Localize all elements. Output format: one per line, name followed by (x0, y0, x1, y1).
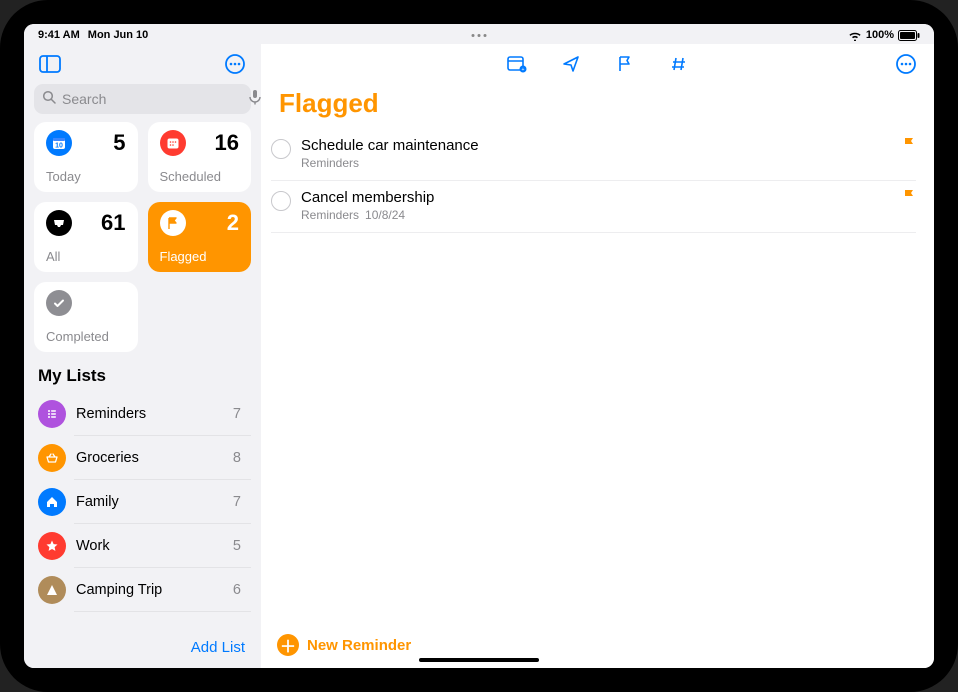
toolbar-flag-icon[interactable] (611, 50, 639, 78)
list-label: Reminders (76, 406, 223, 422)
reminder-title: Cancel membership (301, 189, 916, 206)
flag-icon (160, 210, 186, 236)
house-icon (38, 488, 66, 516)
svg-text:10: 10 (55, 143, 63, 150)
sidebar-more-button[interactable] (221, 50, 249, 78)
list-row-groceries[interactable]: Groceries 8 (34, 436, 251, 480)
list-label: Camping Trip (76, 582, 223, 598)
tent-icon (38, 576, 66, 604)
smart-flagged-count: 2 (227, 210, 239, 236)
smart-scheduled-label: Scheduled (160, 169, 221, 184)
list-count: 8 (233, 450, 245, 466)
check-icon (46, 290, 72, 316)
toggle-sidebar-button[interactable] (36, 50, 64, 78)
list-row-camping[interactable]: Camping Trip 6 (34, 568, 251, 612)
search-input[interactable] (62, 91, 243, 107)
list-row-reminders[interactable]: Reminders 7 (34, 392, 251, 436)
list-count: 6 (233, 582, 245, 598)
toolbar-location-icon[interactable] (557, 50, 585, 78)
list-bullet-icon (38, 400, 66, 428)
wifi-icon (848, 30, 862, 41)
list-label: Work (76, 538, 223, 554)
my-lists-header: My Lists (24, 352, 261, 392)
add-list-button[interactable]: Add List (191, 639, 245, 656)
smart-today-count: 5 (113, 130, 125, 156)
reminder-listname: Reminders (301, 156, 359, 170)
smart-list-scheduled[interactable]: 16 Scheduled (148, 122, 252, 192)
plus-circle-icon: ＋ (277, 634, 299, 656)
reminder-date: 10/8/24 (365, 208, 405, 222)
page-title: Flagged (261, 84, 934, 129)
inbox-icon (46, 210, 72, 236)
smart-list-all[interactable]: 61 All (34, 202, 138, 272)
complete-toggle[interactable] (271, 139, 291, 159)
reminder-listname: Reminders (301, 208, 359, 222)
list-row-work[interactable]: Work 5 (34, 524, 251, 568)
smart-scheduled-count: 16 (215, 130, 239, 156)
reminder-row[interactable]: Schedule car maintenance Reminders (271, 129, 916, 181)
sidebar: 10 5 Today 16 Scheduled (24, 44, 261, 668)
list-count: 5 (233, 538, 245, 554)
list-count: 7 (233, 494, 245, 510)
status-bar: 9:41 AM Mon Jun 10 100% (24, 24, 934, 44)
battery-percent: 100% (866, 29, 894, 41)
reminder-row[interactable]: Cancel membership Reminders 10/8/24 (271, 181, 916, 233)
smart-today-label: Today (46, 169, 81, 184)
new-reminder-button[interactable]: ＋ New Reminder (277, 634, 411, 656)
toolbar-tag-icon[interactable] (665, 50, 693, 78)
star-icon (38, 532, 66, 560)
flag-indicator-icon (902, 189, 916, 208)
smart-all-label: All (46, 249, 60, 264)
smart-list-flagged[interactable]: 2 Flagged (148, 202, 252, 272)
reminder-title: Schedule car maintenance (301, 137, 916, 154)
search-icon (42, 90, 56, 109)
main-more-button[interactable] (892, 50, 920, 78)
status-time: 9:41 AM (38, 29, 80, 41)
search-field[interactable] (34, 84, 251, 114)
list-label: Groceries (76, 450, 223, 466)
calendar-icon (160, 130, 186, 156)
smart-all-count: 61 (101, 210, 125, 236)
new-reminder-label: New Reminder (307, 637, 411, 654)
toolbar-calendar-icon[interactable]: + (503, 50, 531, 78)
mic-icon[interactable] (249, 89, 261, 110)
smart-list-today[interactable]: 10 5 Today (34, 122, 138, 192)
smart-list-completed[interactable]: Completed (34, 282, 138, 352)
basket-icon (38, 444, 66, 472)
complete-toggle[interactable] (271, 191, 291, 211)
main-panel: + (261, 44, 934, 668)
calendar-today-icon: 10 (46, 130, 72, 156)
list-row-family[interactable]: Family 7 (34, 480, 251, 524)
flag-indicator-icon (902, 137, 916, 156)
svg-text:+: + (521, 67, 524, 73)
smart-flagged-label: Flagged (160, 249, 207, 264)
smart-completed-label: Completed (46, 329, 109, 344)
battery-icon (898, 30, 920, 41)
home-indicator[interactable] (419, 658, 539, 662)
list-count: 7 (233, 406, 245, 422)
status-date: Mon Jun 10 (88, 29, 149, 41)
list-label: Family (76, 494, 223, 510)
multitask-dots-icon[interactable] (472, 34, 487, 37)
